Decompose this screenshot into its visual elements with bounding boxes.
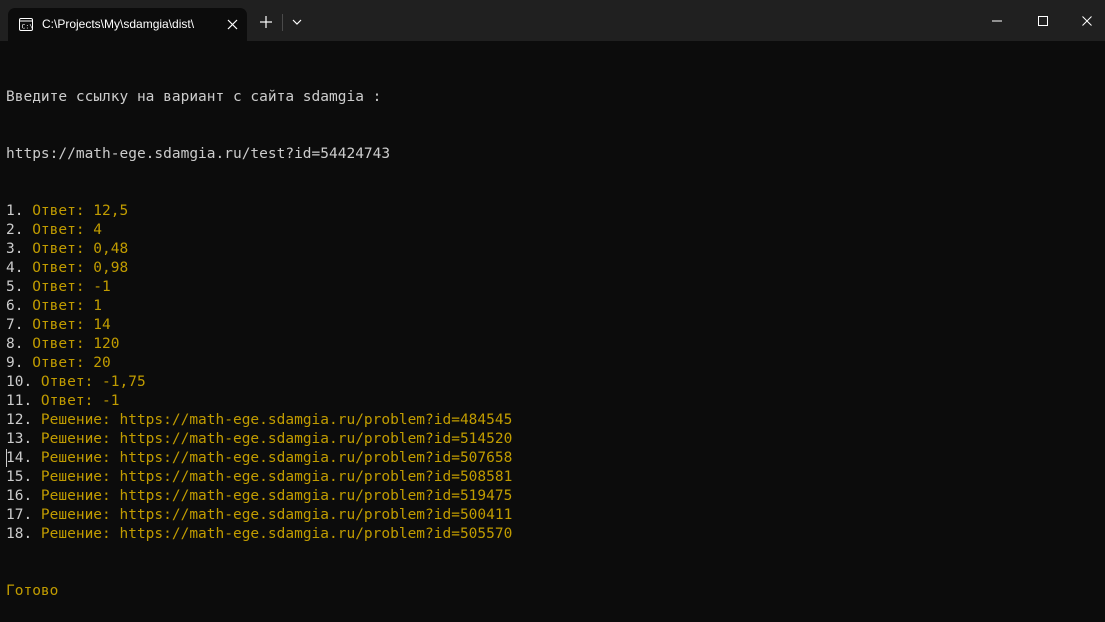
- text-cursor: [6, 449, 7, 467]
- tab-active[interactable]: C:\ C:\Projects\My\sdamgia\dist\: [8, 8, 247, 41]
- close-icon[interactable]: [226, 18, 239, 31]
- output-line: 9. Ответ: 20: [6, 354, 512, 373]
- output-line: 2. Ответ: 4: [6, 221, 512, 240]
- line-number: 11.: [6, 393, 41, 409]
- output-line: 17. Решение: https://math-ege.sdamgia.ru…: [6, 506, 512, 525]
- line-text: Решение: https://math-ege.sdamgia.ru/pro…: [40, 450, 513, 466]
- close-button[interactable]: [1064, 0, 1105, 41]
- line-number: 3.: [6, 241, 33, 257]
- line-number: 14.: [6, 450, 41, 466]
- plus-icon[interactable]: [256, 12, 276, 32]
- line-text: Ответ: 0,98: [32, 260, 129, 276]
- output-line: 10. Ответ: -1,75: [6, 373, 512, 392]
- line-text: Ответ: 120: [32, 336, 120, 352]
- close-icon: [1082, 16, 1092, 26]
- console-output[interactable]: Введите ссылку на вариант с сайта sdamgi…: [0, 41, 1105, 622]
- line-number: 4.: [6, 260, 33, 276]
- line-text: Решение: https://math-ege.sdamgia.ru/pro…: [40, 488, 513, 504]
- result-lines: 1. Ответ: 12,5 2. Ответ: 4 3. Ответ: 0,48 4…: [6, 202, 512, 544]
- line-number: 15.: [6, 469, 41, 485]
- maximize-icon: [1038, 16, 1048, 26]
- svg-text:C:\: C:\: [22, 23, 34, 31]
- line-number: 10.: [6, 374, 41, 390]
- line-number: 7.: [6, 317, 33, 333]
- line-text: Ответ: 20: [32, 355, 111, 371]
- line-text: Решение: https://math-ege.sdamgia.ru/pro…: [40, 431, 513, 447]
- line-number: 6.: [6, 298, 33, 314]
- line-text: Ответ: -1: [32, 279, 111, 295]
- line-text: Ответ: 0,48: [32, 241, 129, 257]
- line-number: 12.: [6, 412, 41, 428]
- line-number: 17.: [6, 507, 41, 523]
- minimize-button[interactable]: [974, 0, 1020, 41]
- line-text: Ответ: 14: [32, 317, 111, 333]
- output-line: 6. Ответ: 1: [6, 297, 512, 316]
- line-text: Ответ: 4: [32, 222, 103, 238]
- line-text: Ответ: -1: [40, 393, 120, 409]
- line-text: Ответ: -1,75: [40, 374, 146, 390]
- line-text: Решение: https://math-ege.sdamgia.ru/pro…: [40, 507, 513, 523]
- terminal-window: C:\ C:\Projects\My\sdamgia\dist\ Введите…: [0, 0, 1105, 622]
- title-bar: C:\ C:\Projects\My\sdamgia\dist\: [0, 0, 1105, 41]
- terminal-icon: C:\: [19, 18, 33, 31]
- line-text: Решение: https://math-ege.sdamgia.ru/pro…: [40, 412, 513, 428]
- line-number: 5.: [6, 279, 33, 295]
- tab-title: C:\Projects\My\sdamgia\dist\: [42, 17, 195, 31]
- output-line: 12. Решение: https://math-ege.sdamgia.ru…: [6, 411, 512, 430]
- line-text: Решение: https://math-ege.sdamgia.ru/pro…: [40, 469, 513, 485]
- maximize-button[interactable]: [1020, 0, 1066, 41]
- output-line: 8. Ответ: 120: [6, 335, 512, 354]
- output-line: 1. Ответ: 12,5: [6, 202, 512, 221]
- line-number: 1.: [6, 203, 33, 219]
- output-line: 5. Ответ: -1: [6, 278, 512, 297]
- line-number: 9.: [6, 355, 33, 371]
- output-line: 16. Решение: https://math-ege.sdamgia.ru…: [6, 487, 512, 506]
- output-line: 7. Ответ: 14: [6, 316, 512, 335]
- line-number: 2.: [6, 222, 33, 238]
- tab-separator: [282, 14, 283, 31]
- line-number: 13.: [6, 431, 41, 447]
- line-number: 8.: [6, 336, 33, 352]
- output-line: 3. Ответ: 0,48: [6, 240, 512, 259]
- line-text: Ответ: 1: [32, 298, 103, 314]
- output-line: 14. Решение: https://math-ege.sdamgia.ru…: [6, 449, 512, 468]
- input-url-line: https://math-ege.sdamgia.ru/test?id=5442…: [6, 146, 391, 162]
- line-number: 16.: [6, 488, 41, 504]
- line-text: Решение: https://math-ege.sdamgia.ru/pro…: [40, 526, 513, 542]
- chevron-down-icon[interactable]: [289, 14, 305, 30]
- minimize-icon: [992, 20, 1002, 22]
- done-line: Готово: [6, 583, 59, 599]
- output-line: 13. Решение: https://math-ege.sdamgia.ru…: [6, 430, 512, 449]
- line-text: Ответ: 12,5: [32, 203, 129, 219]
- line-number: 18.: [6, 526, 41, 542]
- console-text: Введите ссылку на вариант с сайта sdamgi…: [6, 50, 512, 622]
- output-line: 18. Решение: https://math-ege.sdamgia.ru…: [6, 525, 512, 544]
- prompt-line: Введите ссылку на вариант с сайта sdamgi…: [6, 89, 382, 105]
- output-line: 4. Ответ: 0,98: [6, 259, 512, 278]
- output-line: 11. Ответ: -1: [6, 392, 512, 411]
- output-line: 15. Решение: https://math-ege.sdamgia.ru…: [6, 468, 512, 487]
